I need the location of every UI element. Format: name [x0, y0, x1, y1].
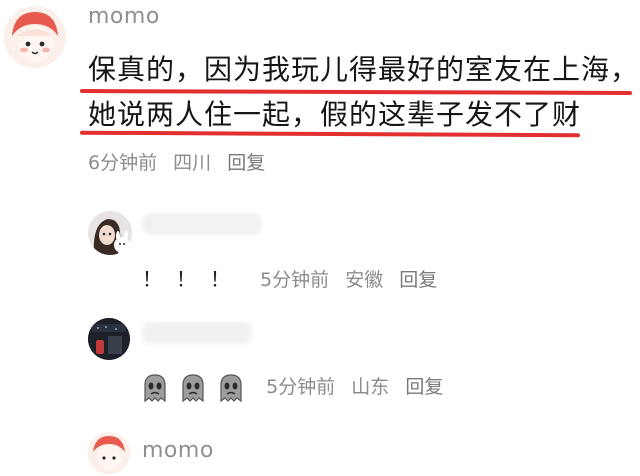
comment-content: ！！！: [142, 267, 244, 291]
emoji-group: [142, 373, 250, 403]
reply-button[interactable]: 回复: [227, 152, 265, 174]
comment-location: 山东: [351, 376, 390, 398]
avatar-girl-icon: [88, 432, 130, 474]
comment-location: 安徽: [345, 269, 384, 291]
comment-text-line: 保真的，因为我玩儿得最好的室友在上海，: [88, 53, 640, 86]
blurred-username: [142, 322, 252, 344]
reply-button[interactable]: 回复: [405, 376, 443, 398]
comment-meta: ！！！ 5分钟前 安徽 回复: [142, 263, 447, 292]
comment-time: 5分钟前: [266, 376, 336, 398]
blurred-username: [142, 213, 262, 235]
ghost-emoji-icon: [220, 373, 242, 402]
ghost-emoji-icon: [144, 373, 166, 402]
user-avatar[interactable]: [88, 211, 132, 255]
user-avatar[interactable]: [88, 318, 130, 360]
comment-username[interactable]: momo: [142, 438, 214, 463]
user-avatar-momo[interactable]: [88, 432, 130, 474]
reply-button[interactable]: 回复: [399, 269, 437, 291]
comment-text-line: 她说两人住一起，假的这辈子发不了财: [88, 98, 582, 131]
comment-location: 四川: [173, 152, 212, 174]
avatar-anime-girl-icon: [88, 211, 132, 255]
comment-username[interactable]: momo: [88, 4, 160, 29]
comment-time: 5分钟前: [260, 269, 330, 291]
avatar-night-scene-icon: [88, 318, 130, 360]
comment-meta: 5分钟前 山东 回复: [142, 372, 453, 403]
ghost-emoji-icon: [182, 373, 204, 402]
user-avatar-momo[interactable]: [4, 6, 66, 68]
comment-time: 6分钟前: [88, 152, 158, 174]
comment-meta: 6分钟前 四川 回复: [88, 148, 275, 175]
avatar-girl-icon: [4, 6, 66, 68]
